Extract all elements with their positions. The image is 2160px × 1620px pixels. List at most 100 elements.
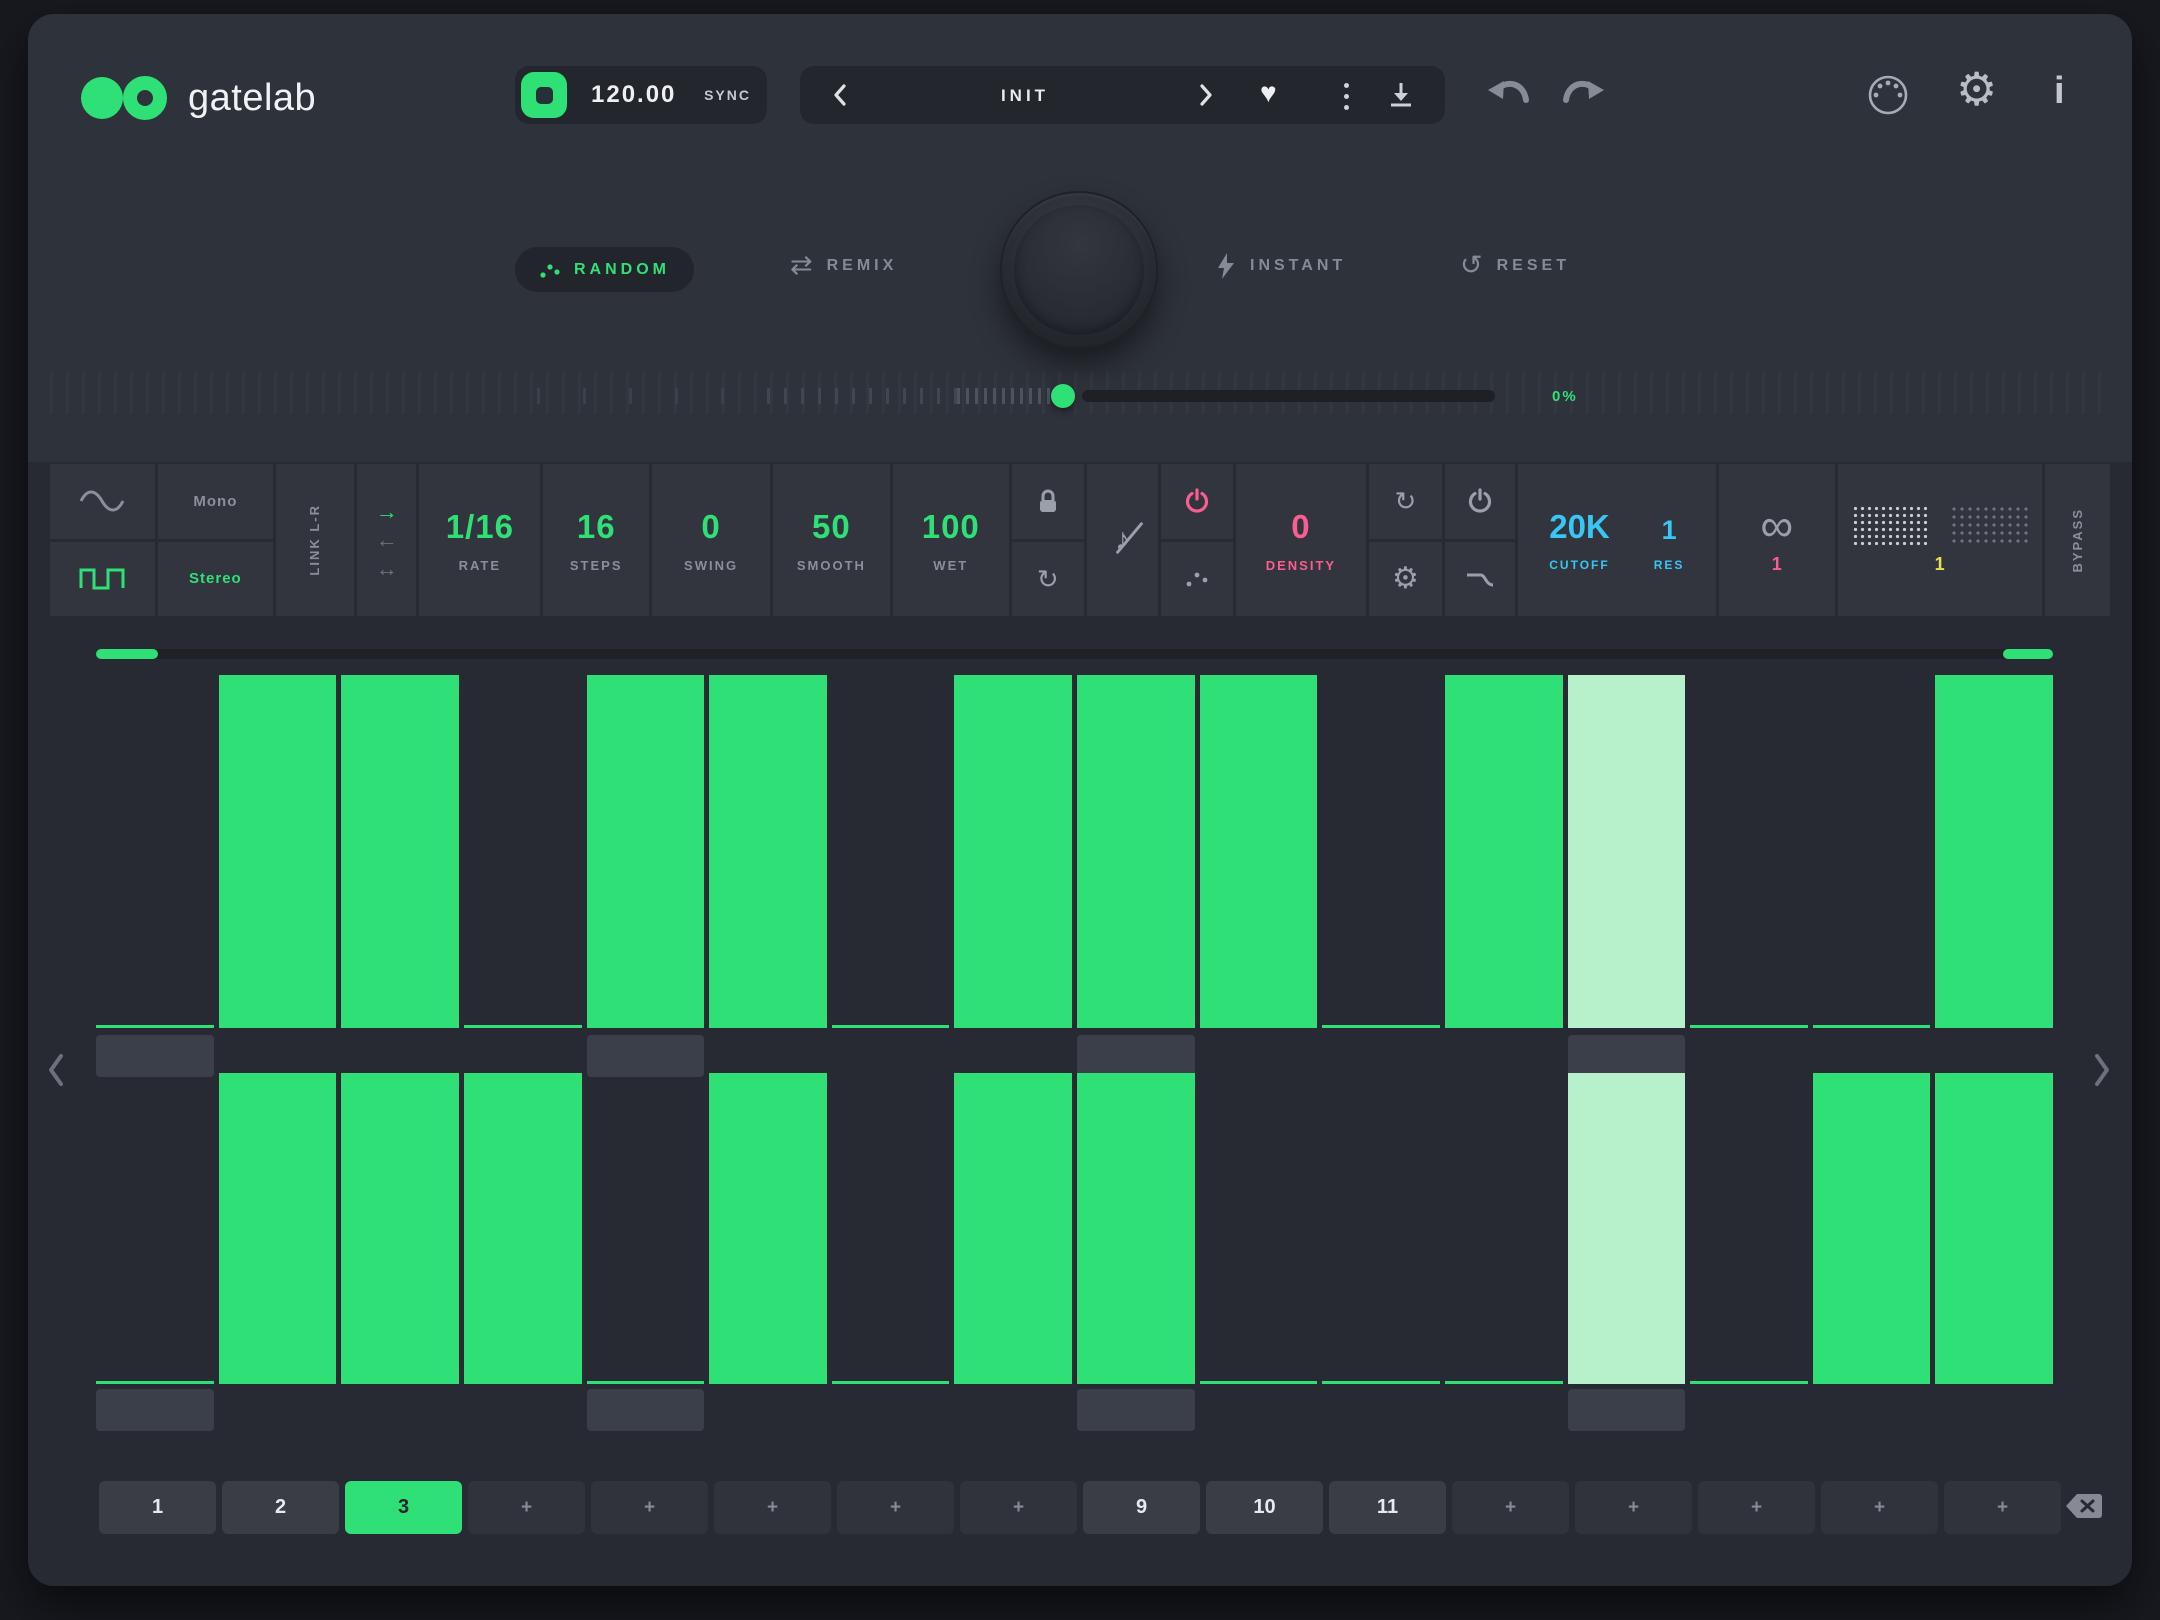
pattern-slot-1[interactable]: 1	[99, 1481, 216, 1534]
step-handle[interactable]	[1322, 1389, 1440, 1431]
gate-step-left-10[interactable]	[1200, 675, 1318, 1077]
redo-button[interactable]	[1560, 76, 1606, 116]
step-handle[interactable]	[219, 1389, 337, 1431]
gate-step-right-7[interactable]	[832, 1073, 950, 1433]
gate-step-left-15[interactable]	[1813, 675, 1931, 1077]
gate-bar[interactable]	[1935, 1073, 2053, 1384]
rate-cell[interactable]: 1/16 RATE	[419, 464, 540, 616]
step-handle[interactable]	[1568, 1389, 1686, 1431]
wet-cell[interactable]: 100 WET	[893, 464, 1009, 616]
gate-bar-playhead[interactable]	[1568, 1073, 1686, 1384]
pattern-slot-5[interactable]: +	[591, 1481, 708, 1534]
preset-menu-button[interactable]	[1344, 83, 1349, 110]
noise-pattern-b-icon[interactable]	[1950, 505, 2028, 545]
pattern-slot-8[interactable]: +	[960, 1481, 1077, 1534]
steps-value[interactable]: 16	[577, 508, 616, 546]
direction-reverse-button[interactable]: ←	[376, 526, 398, 554]
gate-step-left-5[interactable]	[587, 675, 705, 1077]
gate-zero-line[interactable]	[1445, 1381, 1563, 1384]
step-handle[interactable]	[96, 1035, 214, 1077]
step-handle[interactable]	[709, 1035, 827, 1077]
step-handle[interactable]	[1322, 1035, 1440, 1077]
gate-bar[interactable]	[464, 1073, 582, 1384]
sine-shape-button[interactable]	[50, 464, 155, 539]
bpm-display[interactable]: 120.00	[591, 81, 676, 109]
gate-bar[interactable]	[1813, 1073, 1931, 1384]
step-handle[interactable]	[1077, 1035, 1195, 1077]
play-stop-button[interactable]	[521, 72, 567, 118]
cutoff-control[interactable]: 20K CUTOFF	[1549, 508, 1610, 572]
gate-zero-line[interactable]	[1200, 1381, 1318, 1384]
bypass-toggle[interactable]: BYPASS	[2070, 508, 2085, 573]
scroll-left-button[interactable]	[46, 1050, 66, 1095]
pattern-slot-15[interactable]: +	[1821, 1481, 1938, 1534]
random-amount-slider[interactable]	[537, 382, 1495, 410]
pattern-slot-7[interactable]: +	[837, 1481, 954, 1534]
gate-bar[interactable]	[1445, 675, 1563, 1028]
gate-bar[interactable]	[709, 1073, 827, 1384]
random-mode-button[interactable]: RANDOM	[515, 247, 694, 292]
step-handle[interactable]	[1935, 1035, 2053, 1077]
mono-toggle[interactable]: Mono	[158, 464, 273, 539]
density-value[interactable]: 0	[1291, 508, 1310, 546]
density-random-button[interactable]	[1161, 542, 1232, 617]
gate-bar[interactable]	[341, 675, 459, 1028]
density-power-button[interactable]	[1161, 464, 1232, 539]
filter-type-button[interactable]	[1445, 542, 1515, 617]
link-lr-toggle[interactable]: LINK L-R	[307, 504, 322, 576]
wet-value[interactable]: 100	[922, 508, 980, 546]
gate-zero-line[interactable]	[832, 1381, 950, 1384]
pattern-slot-16[interactable]: +	[1944, 1481, 2061, 1534]
pattern-slot-11[interactable]: 11	[1329, 1481, 1446, 1534]
gate-zero-line[interactable]	[1690, 1025, 1808, 1028]
gate-step-left-4[interactable]	[464, 675, 582, 1077]
step-handle[interactable]	[96, 1389, 214, 1431]
preset-next-button[interactable]	[1198, 83, 1214, 107]
slider-track[interactable]	[1082, 390, 1495, 402]
loop-range-strip[interactable]	[96, 649, 2053, 659]
gate-bar[interactable]	[954, 1073, 1072, 1384]
filter-settings-button[interactable]: ⚙	[1369, 542, 1441, 617]
preset-name[interactable]: INIT	[900, 86, 1150, 106]
gate-zero-line[interactable]	[96, 1025, 214, 1028]
resonance-control[interactable]: 1 RES	[1654, 515, 1685, 572]
steps-cell[interactable]: 16 STEPS	[543, 464, 649, 616]
gate-step-right-8[interactable]	[954, 1073, 1072, 1433]
midi-settings-button[interactable]	[1866, 73, 1910, 121]
filter-refresh-button[interactable]: ↻	[1369, 464, 1441, 539]
gate-step-left-7[interactable]	[832, 675, 950, 1077]
filter-power-button[interactable]	[1445, 464, 1515, 539]
favorite-button[interactable]: ♥	[1260, 77, 1277, 109]
loop-start-marker[interactable]	[96, 649, 158, 659]
remix-button[interactable]: ⇄ REMIX	[790, 252, 897, 279]
sync-toggle[interactable]: SYNC	[704, 87, 751, 103]
preset-prev-button[interactable]	[832, 83, 848, 107]
swing-cell[interactable]: 0 SWING	[652, 464, 770, 616]
gate-bar[interactable]	[1077, 675, 1195, 1028]
direction-pingpong-button[interactable]: ↔	[376, 555, 398, 583]
step-handle[interactable]	[1813, 1035, 1931, 1077]
reset-button[interactable]: ↺ RESET	[1460, 252, 1570, 279]
rate-value[interactable]: 1/16	[446, 508, 514, 546]
gate-bar[interactable]	[219, 1073, 337, 1384]
pattern-slot-6[interactable]: +	[714, 1481, 831, 1534]
gate-step-left-14[interactable]	[1690, 675, 1808, 1077]
step-handle[interactable]	[464, 1389, 582, 1431]
infinity-value[interactable]: 1	[1772, 554, 1782, 575]
step-handle[interactable]	[587, 1035, 705, 1077]
smooth-cell[interactable]: 50 SMOOTH	[773, 464, 890, 616]
gate-step-left-13[interactable]	[1568, 675, 1686, 1077]
gate-zero-line[interactable]	[587, 1381, 705, 1384]
save-preset-button[interactable]	[1388, 81, 1414, 108]
settings-button[interactable]: ⚙	[1956, 66, 1997, 112]
gate-step-right-14[interactable]	[1690, 1073, 1808, 1433]
gate-zero-line[interactable]	[464, 1025, 582, 1028]
step-handle[interactable]	[341, 1389, 459, 1431]
swing-value[interactable]: 0	[701, 508, 720, 546]
pattern-slot-14[interactable]: +	[1698, 1481, 1815, 1534]
gate-step-right-9[interactable]	[1077, 1073, 1195, 1433]
gate-step-left-9[interactable]	[1077, 675, 1195, 1077]
gate-zero-line[interactable]	[1813, 1025, 1931, 1028]
step-handle[interactable]	[341, 1035, 459, 1077]
loop-end-marker[interactable]	[2003, 649, 2053, 659]
